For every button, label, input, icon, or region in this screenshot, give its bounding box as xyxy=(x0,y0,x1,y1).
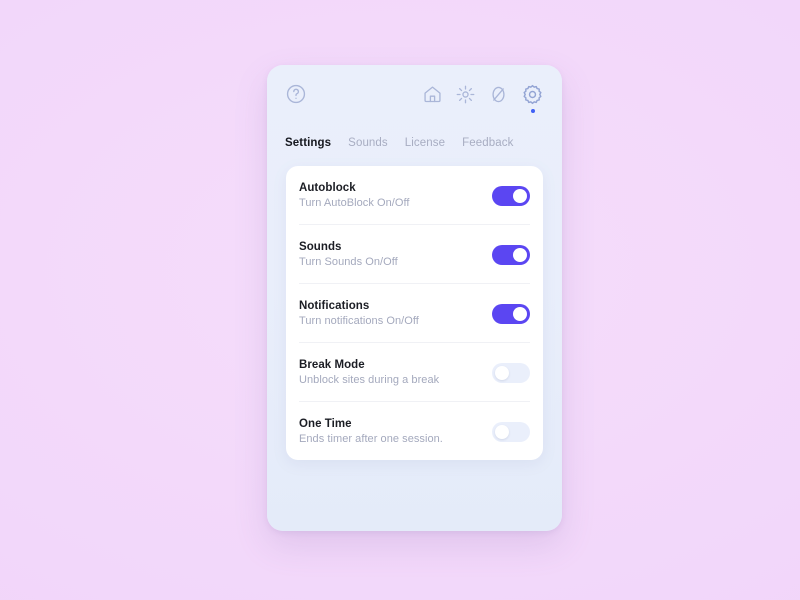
setting-subtitle: Turn AutoBlock On/Off xyxy=(299,197,410,209)
setting-title: Notifications xyxy=(299,300,370,312)
setting-texts: Break Mode Unblock sites during a break xyxy=(299,359,439,386)
question-circle-icon[interactable] xyxy=(285,83,307,105)
toggle-break-mode[interactable] xyxy=(492,362,530,383)
toggle-one-time[interactable] xyxy=(492,421,530,442)
setting-subtitle: Unblock sites during a break xyxy=(299,374,440,386)
setting-texts: Sounds Turn Sounds On/Off xyxy=(299,241,398,268)
setting-title: One Time xyxy=(299,418,352,430)
setting-subtitle: Turn Sounds On/Off xyxy=(299,256,398,268)
setting-title: Sounds xyxy=(299,241,342,253)
setting-subtitle: Ends timer after one session. xyxy=(299,433,443,445)
toggle-knob xyxy=(495,424,509,439)
topbar-actions xyxy=(422,83,544,113)
tab-settings[interactable]: Settings xyxy=(285,137,331,149)
focus-burst-icon[interactable] xyxy=(455,84,476,105)
toggle-knob xyxy=(513,188,527,203)
app-window: Settings Sounds License Feedback Autoblo… xyxy=(267,65,562,531)
setting-texts: Autoblock Turn AutoBlock On/Off xyxy=(299,182,410,209)
gear-icon[interactable] xyxy=(521,83,544,113)
setting-row-one-time: One Time Ends timer after one session. xyxy=(299,402,530,460)
setting-row-autoblock: Autoblock Turn AutoBlock On/Off xyxy=(299,166,530,225)
toggle-knob xyxy=(495,365,509,380)
tab-bar: Settings Sounds License Feedback xyxy=(267,123,562,149)
block-slash-icon[interactable] xyxy=(488,84,509,105)
toggle-notifications[interactable] xyxy=(492,303,530,324)
settings-card: Autoblock Turn AutoBlock On/Off Sounds T… xyxy=(286,166,543,460)
setting-texts: One Time Ends timer after one session. xyxy=(299,418,443,445)
toggle-knob xyxy=(513,247,527,262)
home-icon[interactable] xyxy=(422,84,443,105)
toggle-knob xyxy=(513,306,527,321)
toggle-sounds[interactable] xyxy=(492,244,530,265)
toggle-autoblock[interactable] xyxy=(492,185,530,206)
setting-row-sounds: Sounds Turn Sounds On/Off xyxy=(299,225,530,284)
setting-row-break-mode: Break Mode Unblock sites during a break xyxy=(299,343,530,402)
tab-feedback[interactable]: Feedback xyxy=(462,137,513,149)
active-indicator-dot xyxy=(530,108,535,113)
tab-license[interactable]: License xyxy=(405,137,445,149)
topbar xyxy=(267,65,562,123)
setting-row-notifications: Notifications Turn notifications On/Off xyxy=(299,284,530,343)
tab-sounds[interactable]: Sounds xyxy=(348,137,388,149)
setting-subtitle: Turn notifications On/Off xyxy=(299,315,419,327)
setting-texts: Notifications Turn notifications On/Off xyxy=(299,300,419,327)
setting-title: Break Mode xyxy=(299,359,365,371)
setting-title: Autoblock xyxy=(299,182,356,194)
